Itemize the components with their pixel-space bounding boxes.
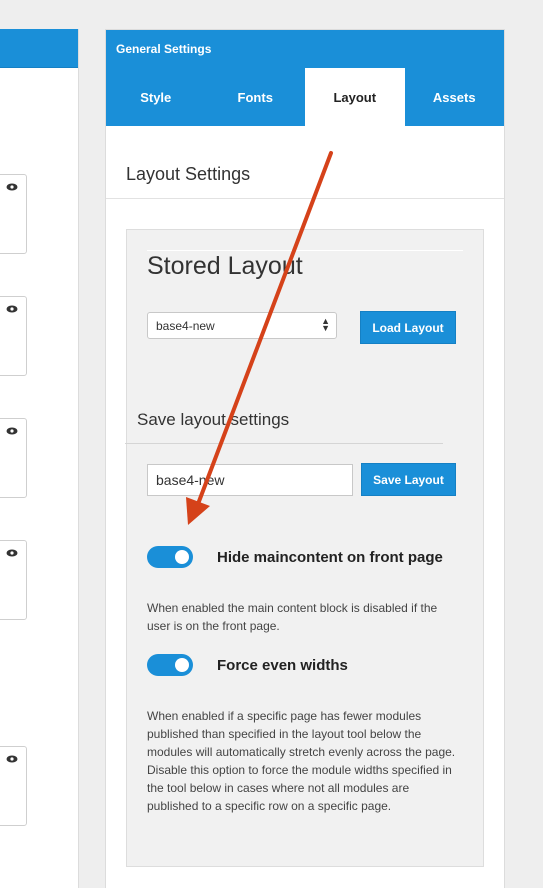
- eye-icon[interactable]: [6, 549, 18, 557]
- tab-layout[interactable]: Layout: [305, 68, 405, 126]
- section-divider: [106, 198, 504, 199]
- force-even-widths-toggle[interactable]: [147, 654, 193, 676]
- general-settings-panel: General Settings Style Fonts Layout Asse…: [105, 29, 505, 888]
- divider: [147, 250, 463, 251]
- hide-maincontent-help: When enabled the main content block is d…: [147, 601, 438, 633]
- stored-layout-select[interactable]: base4-new ▲ ▼: [147, 312, 337, 339]
- left-panel-header: [0, 29, 78, 68]
- toggle-knob: [175, 550, 189, 564]
- load-layout-button[interactable]: Load Layout: [360, 311, 456, 344]
- eye-icon[interactable]: [6, 427, 18, 435]
- save-layout-title: Save layout settings: [137, 410, 290, 429]
- force-even-widths-help: When enabled if a specific page has fewe…: [147, 709, 456, 813]
- module-box[interactable]: [0, 174, 27, 254]
- toggle-knob: [175, 658, 189, 672]
- module-box[interactable]: [0, 540, 27, 620]
- tab-assets[interactable]: Assets: [405, 68, 505, 126]
- section-title: Layout Settings: [126, 164, 251, 184]
- updown-arrows-icon: ▲ ▼: [321, 316, 330, 333]
- eye-icon[interactable]: [6, 755, 18, 763]
- select-value: base4-new: [156, 319, 215, 333]
- save-layout-button[interactable]: Save Layout: [361, 463, 456, 496]
- module-box[interactable]: [0, 746, 27, 826]
- hide-maincontent-label: Hide maincontent on front page: [217, 549, 443, 566]
- hide-maincontent-toggle[interactable]: [147, 546, 193, 568]
- layout-name-input[interactable]: base4-new: [147, 464, 353, 496]
- eye-icon[interactable]: [6, 183, 18, 191]
- module-box[interactable]: [0, 418, 27, 498]
- module-box[interactable]: [0, 296, 27, 376]
- panel-header: General Settings: [106, 30, 504, 68]
- settings-tabs: Style Fonts Layout Assets: [106, 68, 504, 126]
- divider: [125, 443, 443, 444]
- tab-fonts[interactable]: Fonts: [206, 68, 306, 126]
- layout-settings-box: Stored Layout base4-new ▲ ▼ Load Layout S…: [125, 229, 484, 867]
- force-even-widths-label: Force even widths: [217, 657, 348, 674]
- stored-layout-title: Stored Layout: [147, 252, 303, 280]
- eye-icon[interactable]: [6, 305, 18, 313]
- tab-style[interactable]: Style: [106, 68, 206, 126]
